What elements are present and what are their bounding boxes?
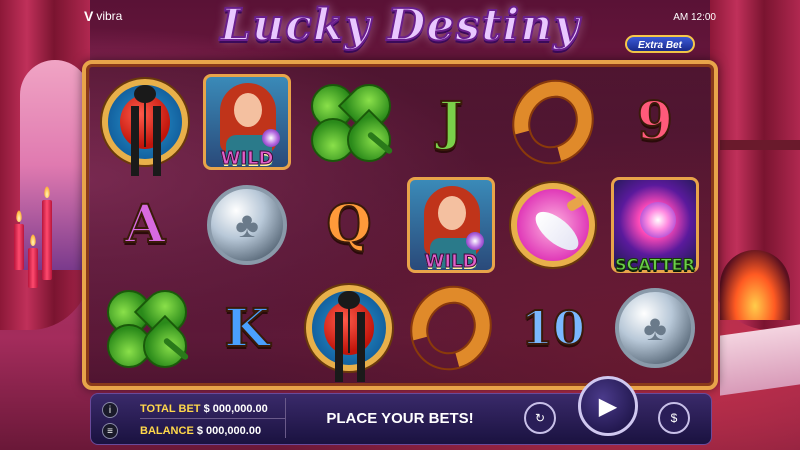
reels-frame: WILD J 9 A ♣ Q WILD SCATTER K 10 ♣ bbox=[82, 60, 718, 390]
reel-cell: SCATTER bbox=[604, 173, 706, 276]
horseshoe-icon bbox=[499, 67, 607, 177]
divider bbox=[285, 398, 286, 438]
wild-label: WILD bbox=[220, 147, 274, 169]
reel-cell bbox=[298, 277, 400, 380]
reel-cell bbox=[94, 277, 197, 380]
reel-cell: 10 bbox=[502, 277, 604, 380]
reel-cell: K bbox=[196, 277, 298, 380]
vibra-logo: V vibra bbox=[84, 8, 122, 24]
reel-cell: A bbox=[94, 173, 196, 276]
reel-cell bbox=[94, 70, 196, 173]
clock: AM 12:00 bbox=[673, 12, 716, 23]
ladybug-icon bbox=[306, 285, 392, 372]
divider bbox=[140, 418, 286, 419]
wild-symbol: WILD bbox=[203, 73, 291, 170]
total-bet-value: $ 000,000.00 bbox=[203, 403, 268, 415]
total-bet: TOTAL BET $ 000,000.00 bbox=[140, 403, 268, 415]
autoplay-button[interactable]: ↻ bbox=[524, 402, 556, 434]
reel-cell bbox=[502, 173, 604, 276]
bet-settings-button[interactable]: $ bbox=[658, 402, 690, 434]
game-title: Lucky Destiny bbox=[219, 0, 580, 52]
candle bbox=[14, 224, 24, 270]
reel-grid: WILD J 9 A ♣ Q WILD SCATTER K 10 ♣ bbox=[94, 67, 706, 383]
balance-value: $ 000,000.00 bbox=[196, 425, 262, 437]
quill-icon bbox=[511, 182, 595, 267]
balance: BALANCE $ 000,000.00 bbox=[140, 425, 261, 437]
reel-cell: 9 bbox=[604, 70, 706, 173]
letter-symbol: 9 bbox=[636, 90, 674, 153]
extra-bet-button[interactable]: Extra Bet bbox=[625, 35, 695, 53]
background-shelf bbox=[720, 140, 800, 150]
open-book bbox=[720, 324, 800, 396]
clover-icon bbox=[301, 74, 401, 171]
scatter-symbol: SCATTER bbox=[611, 176, 699, 274]
letter-symbol: A bbox=[124, 193, 166, 256]
reel-cell: Q bbox=[298, 173, 400, 276]
play-icon: ▶ bbox=[598, 392, 618, 420]
clover-icon bbox=[97, 281, 197, 378]
ladybug-icon bbox=[102, 78, 188, 165]
candle-flame bbox=[30, 234, 36, 246]
reel-cell: WILD bbox=[400, 173, 502, 276]
letter-symbol: Q bbox=[325, 193, 372, 256]
reel-cell: ♣ bbox=[604, 277, 706, 380]
clover-coin-icon: ♣ bbox=[615, 288, 695, 369]
menu-button[interactable]: ≡ bbox=[102, 423, 118, 439]
spin-button[interactable]: ▶ bbox=[578, 376, 638, 436]
wild-symbol: WILD bbox=[407, 176, 495, 273]
total-bet-label: TOTAL BET bbox=[140, 403, 201, 415]
letter-symbol: J bbox=[438, 90, 465, 153]
wild-label: WILD bbox=[424, 250, 478, 272]
fireplace bbox=[720, 250, 790, 320]
scatter-label: SCATTER bbox=[615, 254, 696, 274]
letter-symbol: 10 bbox=[520, 300, 586, 356]
reel-cell bbox=[499, 67, 607, 177]
reel-cell: ♣ bbox=[196, 173, 298, 276]
coin-stack-icon: $ bbox=[670, 411, 678, 425]
info-button[interactable]: i bbox=[102, 402, 118, 418]
horseshoe-icon bbox=[397, 273, 505, 383]
candle bbox=[28, 248, 38, 288]
reel-cell bbox=[397, 273, 505, 383]
autoplay-icon: ↻ bbox=[534, 411, 546, 425]
status-message: PLACE YOUR BETS! bbox=[326, 410, 474, 427]
vibra-logo-icon: V bbox=[84, 8, 94, 24]
candle-flame bbox=[16, 210, 22, 222]
balance-label: BALANCE bbox=[140, 425, 194, 437]
reel-cell: WILD bbox=[196, 70, 298, 173]
reel-cell: J bbox=[400, 70, 502, 173]
vibra-logo-text: vibra bbox=[96, 9, 123, 23]
reel-cell bbox=[298, 70, 401, 173]
candle bbox=[42, 200, 52, 280]
letter-symbol: K bbox=[223, 297, 270, 360]
clover-coin-icon: ♣ bbox=[207, 184, 287, 265]
candle-flame bbox=[44, 186, 50, 198]
